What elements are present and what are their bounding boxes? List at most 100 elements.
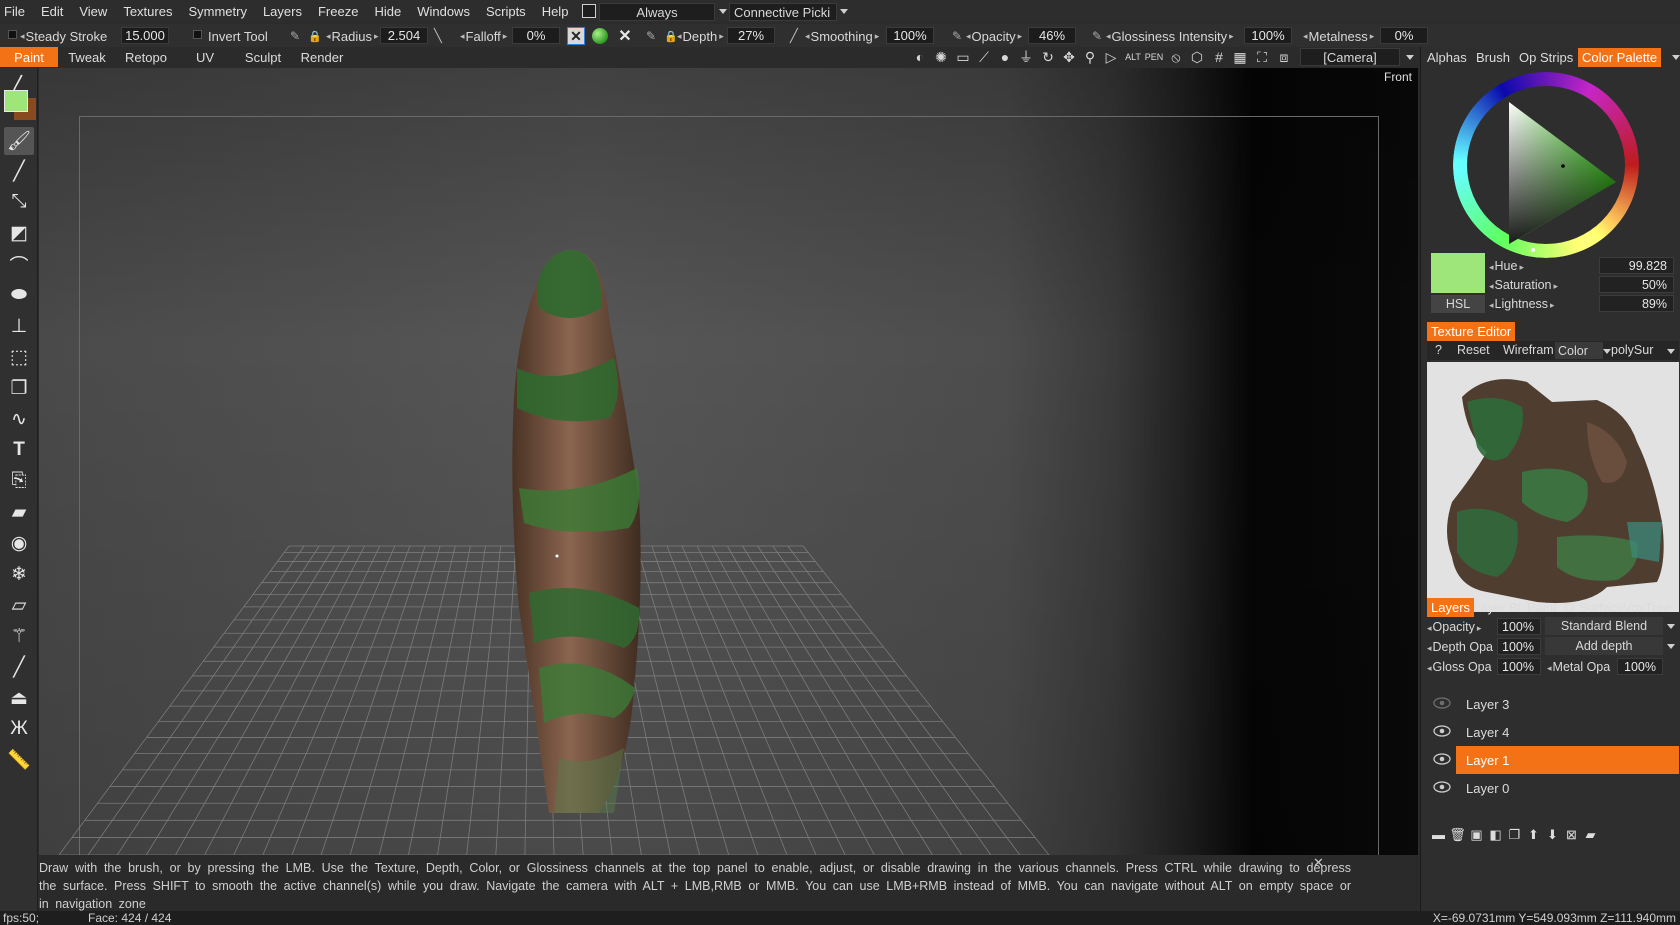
steady-stroke-checkbox[interactable]	[8, 30, 17, 39]
tab-alphas[interactable]: Alphas	[1427, 48, 1467, 67]
tab-layers[interactable]: Layers	[1427, 598, 1475, 617]
always-checkbox[interactable]	[582, 4, 596, 18]
uv-texture-preview[interactable]	[1427, 362, 1679, 612]
smoothing-field[interactable]: 100%	[886, 27, 934, 44]
folder-icon[interactable]: ▰	[1583, 827, 1598, 842]
trash-icon[interactable]: 🗑	[1449, 827, 1466, 842]
chevron-down-icon[interactable]	[1667, 624, 1675, 629]
line-brush-icon[interactable]: ⤡	[4, 188, 34, 216]
light-icon[interactable]: ✺	[933, 49, 949, 65]
copy-icon[interactable]: ❐	[4, 374, 34, 402]
blend-mode-dropdown[interactable]: Standard Blend	[1545, 617, 1663, 635]
grid-box-icon[interactable]: ▦	[1232, 49, 1248, 65]
tab-op[interactable]: Op	[1519, 48, 1536, 67]
texture-picker-icon[interactable]: ⎘	[4, 467, 34, 495]
paint-brush-icon[interactable]: 🖌	[4, 127, 34, 155]
hue-field[interactable]: 99.828	[1599, 257, 1674, 274]
current-color-swatch[interactable]	[1431, 253, 1485, 293]
picking-dropdown[interactable]: Connective Picki	[729, 3, 837, 21]
menu-layers[interactable]: Layers	[255, 4, 310, 19]
eye-icon[interactable]	[1433, 696, 1451, 710]
tab-o[interactable]: O	[1564, 598, 1574, 617]
texture-wireframe-button[interactable]: Wirefram	[1503, 343, 1554, 357]
tab-color-palette[interactable]: Color Palette	[1578, 48, 1662, 67]
move-icon[interactable]: ✥	[1061, 49, 1077, 65]
tab-retopo[interactable]: Retopo	[118, 47, 174, 67]
color-wheel[interactable]	[1453, 72, 1639, 258]
brush-preview-icon[interactable]: ⟋	[976, 49, 992, 65]
always-dropdown[interactable]: Always	[599, 3, 715, 21]
eye-icon[interactable]	[1433, 724, 1451, 738]
tab-tweak[interactable]: Tweak	[62, 47, 112, 67]
glossiness-field[interactable]: 100%	[1244, 27, 1292, 44]
radius-field[interactable]: 2.504	[380, 27, 428, 44]
tab-voxtree[interactable]: VoxTree	[1623, 598, 1671, 617]
opacity-field[interactable]: 46%	[1028, 27, 1076, 44]
saturation-field[interactable]: 50%	[1599, 276, 1674, 293]
texture-channel-dropdown[interactable]: Color	[1555, 342, 1603, 359]
eye-icon[interactable]: ◉	[4, 529, 34, 557]
duplicate-layer-icon[interactable]: ❐	[1507, 827, 1522, 842]
layer-row[interactable]: Layer 0	[1429, 774, 1679, 802]
pen-mode-icon[interactable]: PEN	[1145, 49, 1164, 65]
airbrush-icon[interactable]: ⬬	[4, 281, 34, 309]
curve-icon[interactable]: ∿	[4, 405, 34, 433]
move-down-icon[interactable]: ⬇	[1545, 827, 1560, 842]
screen-icon[interactable]: ⧈	[1276, 49, 1292, 65]
chevron-down-icon[interactable]	[840, 9, 848, 14]
layer-row[interactable]: Layer 4	[1429, 718, 1679, 746]
pencil-icon[interactable]: ╱	[4, 157, 34, 185]
menu-hide[interactable]: Hide	[366, 4, 409, 19]
texture-object-dropdown[interactable]: polySur	[1611, 343, 1653, 357]
lock-icon[interactable]: 🔒	[308, 27, 322, 45]
metalness-field[interactable]: 0%	[1380, 27, 1428, 44]
color-channel-icon[interactable]	[592, 28, 608, 44]
invert-tool-checkbox[interactable]	[193, 30, 202, 39]
menu-symmetry[interactable]: Symmetry	[180, 4, 255, 19]
tab-brush[interactable]: Brush	[1476, 48, 1510, 67]
color-mode-button[interactable]: HSL	[1431, 295, 1485, 313]
butterfly-icon[interactable]: Ж	[4, 715, 34, 743]
gloss-toggle-icon[interactable]: ✕	[616, 27, 634, 45]
chevron-down-icon[interactable]	[1406, 55, 1414, 60]
lightness-field[interactable]: 89%	[1599, 295, 1674, 312]
lasso-icon[interactable]: ⬚	[4, 343, 34, 371]
tab-paint[interactable]: Paint	[0, 47, 58, 67]
move-up-icon[interactable]: ⬆	[1526, 827, 1541, 842]
text-icon[interactable]: T	[4, 436, 34, 464]
menu-windows[interactable]: Windows	[409, 4, 478, 19]
smudge-icon[interactable]: ⌒	[4, 250, 34, 278]
cube-icon[interactable]: ⬡	[1189, 49, 1205, 65]
menu-help[interactable]: Help	[534, 4, 577, 19]
menu-edit[interactable]: Edit	[33, 4, 71, 19]
falloff-field[interactable]: 0%	[512, 27, 560, 44]
depth-opacity-field[interactable]: 100%	[1497, 638, 1541, 655]
menu-textures[interactable]: Textures	[115, 4, 180, 19]
depth-toggle-icon[interactable]: ✕	[567, 27, 585, 45]
new-layer-icon[interactable]: ◧	[1488, 827, 1503, 842]
tab-paint-objects[interactable]: Paint	[1527, 598, 1557, 617]
depth-mode-dropdown[interactable]: Add depth	[1545, 637, 1663, 655]
ruler-icon[interactable]: 📏	[4, 746, 34, 774]
metal-opacity-field[interactable]: 100%	[1617, 658, 1663, 675]
layer-opacity-field[interactable]: 100%	[1497, 618, 1541, 635]
lock-icon[interactable]: 🔒	[664, 27, 678, 45]
fill-brush-icon[interactable]: ◩	[4, 219, 34, 247]
chevron-down-icon[interactable]	[1603, 349, 1611, 354]
tab-strips[interactable]: Strips	[1540, 48, 1573, 67]
layer-row-active[interactable]: Layer 1	[1429, 746, 1679, 774]
drop-icon[interactable]: ●	[997, 49, 1013, 65]
texture-reset-button[interactable]: Reset	[1457, 343, 1490, 357]
menu-freeze[interactable]: Freeze	[310, 4, 366, 19]
close-icon[interactable]: ✕	[1313, 855, 1324, 871]
pivot-icon[interactable]: ⏚	[1018, 49, 1034, 65]
tab-sculpt[interactable]: Sculpt	[240, 47, 286, 67]
tab-texture-editor[interactable]: Texture Editor	[1427, 322, 1516, 341]
freeze-icon[interactable]: ❄	[4, 560, 34, 588]
iron-icon[interactable]: ⏏	[4, 684, 34, 712]
alt-icon[interactable]: ALT	[1125, 49, 1141, 65]
eye-icon[interactable]	[1433, 780, 1451, 794]
contrast-icon[interactable]: ◐	[912, 49, 928, 65]
zoom-icon[interactable]: ⚲	[1082, 49, 1098, 65]
gradient-icon[interactable]: ▱	[4, 591, 34, 619]
